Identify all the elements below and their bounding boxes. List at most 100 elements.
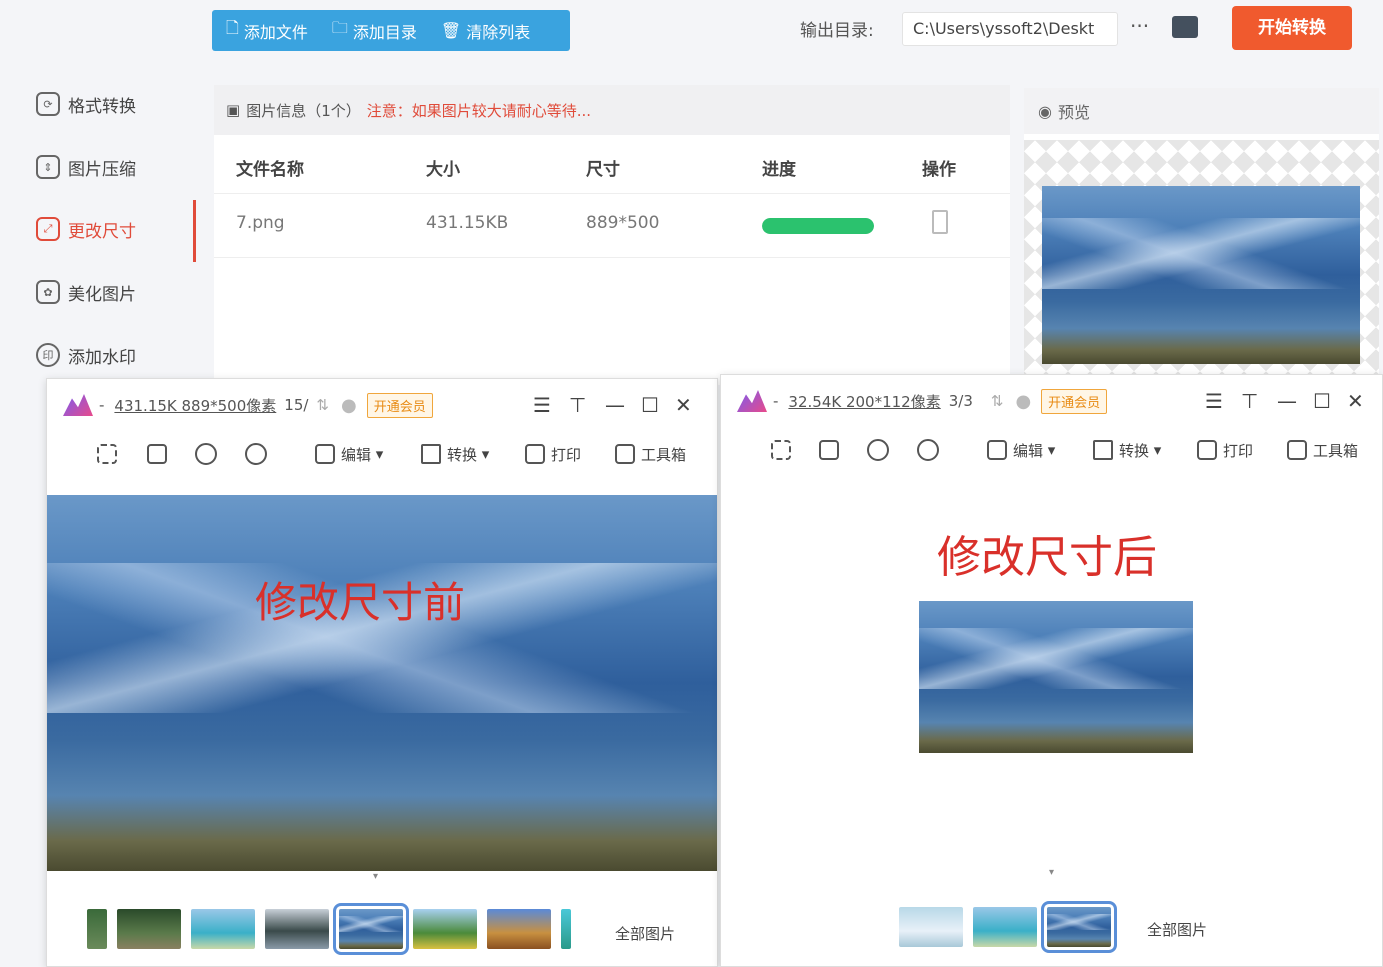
thumbnail[interactable]: [487, 909, 551, 949]
divider: [214, 257, 1010, 258]
image-info[interactable]: 431.15K 889*500像素: [114, 395, 276, 416]
sidebar-item-label: 图片压缩: [68, 159, 136, 180]
edit-button[interactable]: 编辑 ▾: [987, 435, 1055, 465]
thumbnail[interactable]: [87, 909, 107, 949]
sidebar-item-beautify[interactable]: ✿ 美化图片: [36, 276, 136, 308]
zoom-in-icon[interactable]: [867, 435, 895, 465]
title-dash: -: [99, 396, 105, 414]
file-name-cell: 7.png: [236, 213, 285, 233]
output-label: 输出目录:: [800, 21, 874, 41]
preview-panel: ◉ 预览: [1024, 88, 1379, 378]
sidebar-item-label: 更改尺寸: [68, 221, 136, 242]
edit-label: 编辑: [1013, 441, 1044, 460]
actual-size-icon[interactable]: [819, 435, 845, 465]
thumbnail[interactable]: [191, 909, 255, 949]
vip-button[interactable]: 开通会员: [1041, 388, 1108, 414]
more-button[interactable]: ···: [1130, 14, 1149, 38]
viewer-before: - 431.15K 889*500像素 15/ ⇅ ● 开通会员 ☰ ⊤ — ☐…: [46, 378, 718, 967]
edit-button[interactable]: 编辑 ▾: [315, 439, 383, 469]
actual-size-icon[interactable]: [147, 439, 173, 469]
print-button[interactable]: 打印: [525, 439, 581, 469]
thumbnail[interactable]: [265, 909, 329, 949]
file-toolbar: 🗋 添加文件 🗀 添加目录 🗑 清除列表: [212, 10, 570, 51]
add-dir-button[interactable]: 🗀 添加目录: [332, 17, 417, 44]
image-info[interactable]: 32.54K 200*112像素: [788, 391, 940, 412]
maximize-icon[interactable]: ☐: [641, 393, 659, 417]
thumbnail[interactable]: [561, 909, 571, 949]
delete-icon[interactable]: [932, 210, 948, 234]
preview-icon: ◉: [1038, 101, 1052, 121]
zoom-in-icon[interactable]: [195, 439, 223, 469]
add-file-button[interactable]: 🗋 添加文件: [226, 17, 308, 44]
pin-icon[interactable]: ⊤: [569, 393, 586, 417]
print-label: 打印: [551, 445, 582, 464]
sidebar-item-watermark[interactable]: 印 添加水印: [36, 339, 136, 371]
preview-title: 预览: [1057, 103, 1090, 122]
warning-text: 注意：如果图片较大请耐心等待...: [366, 101, 592, 120]
collapse-icon[interactable]: ▾: [373, 871, 378, 882]
main-image: [47, 495, 717, 871]
image-info-icon: ▣: [226, 101, 241, 119]
fullscreen-icon[interactable]: [771, 435, 797, 465]
col-header-name: 文件名称: [236, 160, 304, 180]
before-caption: 修改尺寸前: [255, 578, 466, 627]
help-icon[interactable]: ●: [341, 395, 357, 416]
all-images-link[interactable]: 全部图片: [615, 923, 675, 944]
col-header-progress: 进度: [762, 160, 796, 180]
file-panel: ▣ 图片信息（1个） 注意：如果图片较大请耐心等待... 文件名称 大小 尺寸 …: [214, 85, 1010, 385]
clear-list-button[interactable]: 🗑 清除列表: [441, 19, 530, 43]
watermark-icon: 印: [36, 343, 60, 367]
main-image: [919, 601, 1193, 753]
print-button[interactable]: 打印: [1197, 435, 1253, 465]
toolbox-label: 工具箱: [1313, 441, 1359, 460]
menu-icon[interactable]: ☰: [1205, 389, 1223, 413]
after-caption: 修改尺寸后: [937, 532, 1157, 583]
output-path-field[interactable]: C:\Users\yssoft2\Deskt: [902, 12, 1118, 46]
start-convert-button[interactable]: 开始转换: [1232, 6, 1352, 50]
sidebar-item-format-convert[interactable]: ⟳ 格式转换: [36, 88, 136, 120]
zoom-out-icon[interactable]: [917, 435, 945, 465]
vip-button[interactable]: 开通会员: [366, 392, 433, 418]
file-count-label: 图片信息（1个）: [246, 101, 361, 120]
thumbnail[interactable]: [973, 907, 1037, 947]
minimize-icon[interactable]: —: [605, 393, 625, 417]
convert-button[interactable]: 转换 ▾: [421, 439, 489, 469]
close-icon[interactable]: ✕: [1347, 389, 1364, 413]
info-toggle-icon[interactable]: ⇅: [991, 392, 1004, 410]
sidebar-item-compress[interactable]: ⇕ 图片压缩: [36, 151, 136, 183]
thumbnail-strip: [87, 903, 571, 955]
help-icon[interactable]: ●: [1015, 391, 1031, 412]
thumbnail[interactable]: [117, 909, 181, 949]
thumbnail[interactable]: [413, 909, 477, 949]
zoom-out-icon[interactable]: [245, 439, 273, 469]
thumbnail[interactable]: [899, 907, 963, 947]
convert-button[interactable]: 转换 ▾: [1093, 435, 1161, 465]
sidebar-item-label: 添加水印: [68, 347, 136, 368]
app-logo-icon: [63, 394, 93, 416]
maximize-icon[interactable]: ☐: [1313, 389, 1331, 413]
thumbnail-selected[interactable]: [1041, 901, 1117, 953]
minimize-icon[interactable]: —: [1277, 389, 1297, 413]
info-toggle-icon[interactable]: ⇅: [316, 396, 329, 414]
open-folder-icon[interactable]: [1172, 16, 1198, 38]
toolbox-button[interactable]: 工具箱: [615, 439, 686, 469]
divider: [214, 193, 1010, 194]
convert-label: 转换: [447, 445, 478, 464]
edit-label: 编辑: [341, 445, 372, 464]
col-header-size: 大小: [426, 160, 460, 180]
add-file-label: 添加文件: [243, 22, 308, 42]
close-icon[interactable]: ✕: [675, 393, 692, 417]
trash-icon: 🗑: [440, 21, 462, 40]
menu-icon[interactable]: ☰: [533, 393, 551, 417]
print-label: 打印: [1223, 441, 1254, 460]
toolbox-button[interactable]: 工具箱: [1287, 435, 1358, 465]
compress-icon: ⇕: [36, 155, 60, 179]
all-images-link[interactable]: 全部图片: [1147, 919, 1207, 940]
thumbnail-selected[interactable]: [333, 903, 409, 955]
beautify-icon: ✿: [36, 280, 60, 304]
sidebar-item-resize[interactable]: ⤢ 更改尺寸: [36, 213, 136, 245]
fullscreen-icon[interactable]: [97, 439, 123, 469]
collapse-icon[interactable]: ▾: [1049, 867, 1054, 878]
pin-icon[interactable]: ⊤: [1241, 389, 1258, 413]
progress-bar: [762, 218, 874, 234]
